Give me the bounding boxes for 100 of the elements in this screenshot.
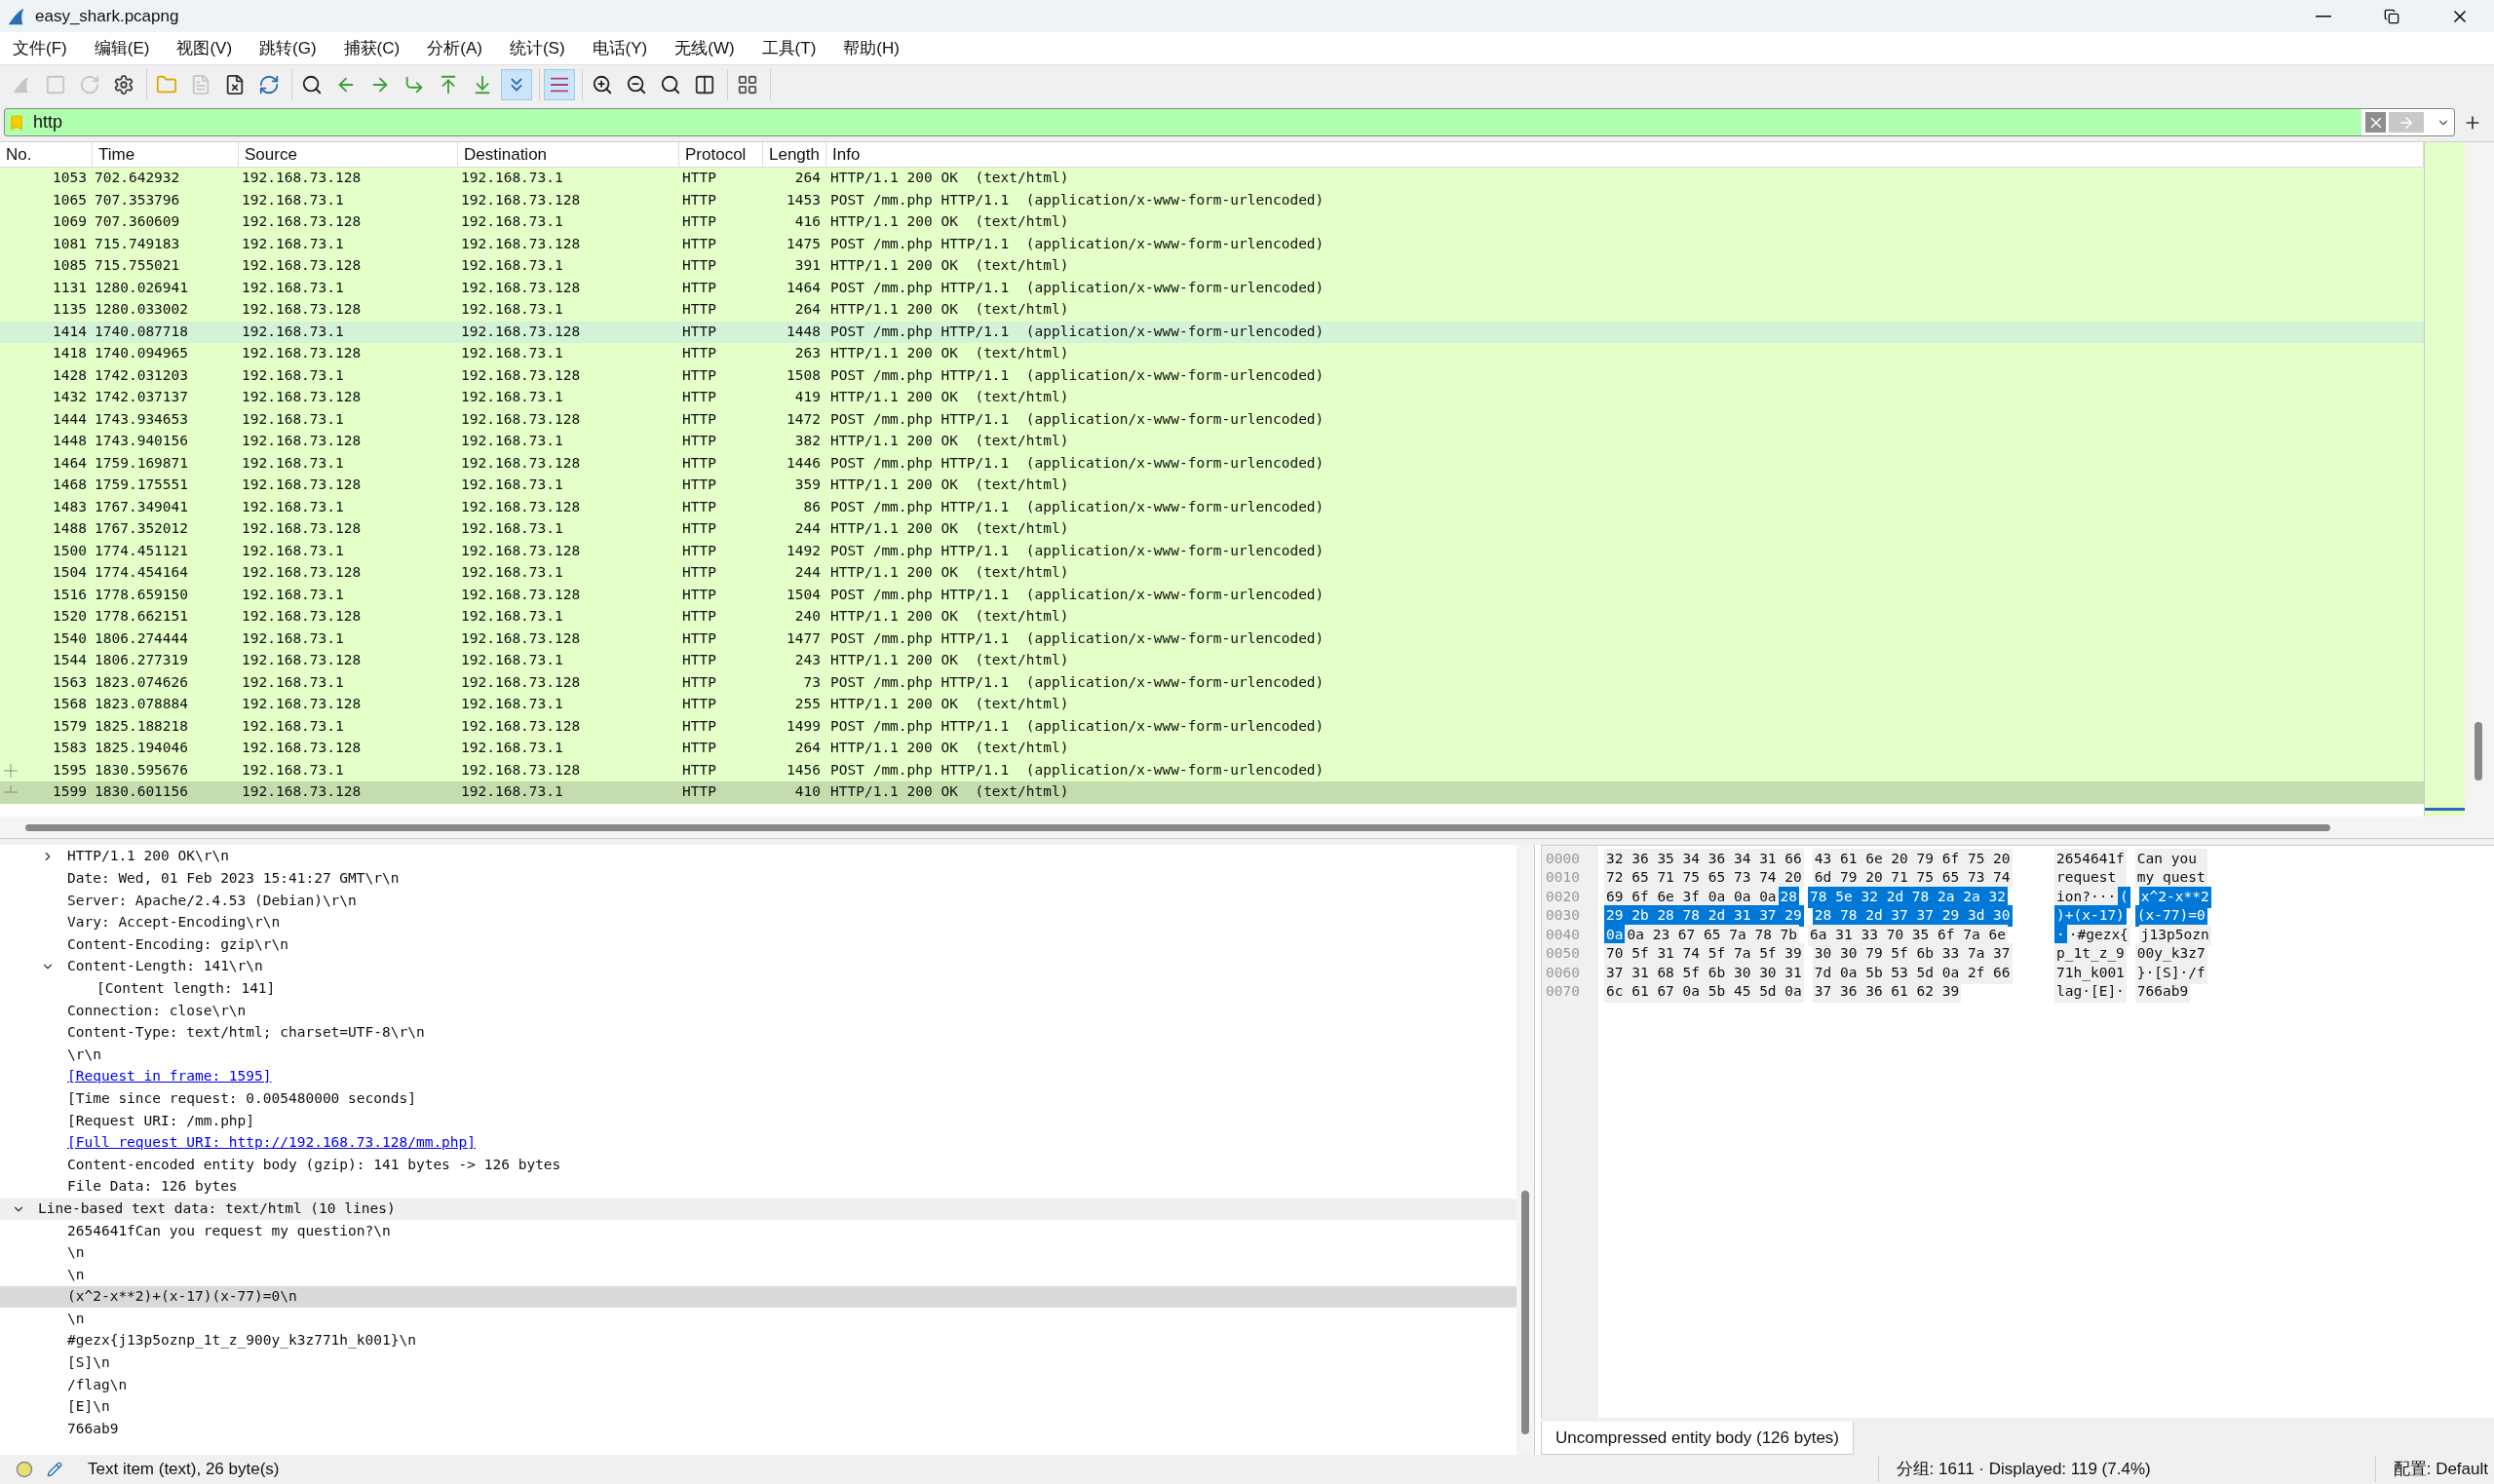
horizontal-scrollbar[interactable] — [0, 817, 2494, 838]
menu-item[interactable]: 无线(W) — [668, 34, 742, 62]
table-cell-text: 1472 — [787, 409, 821, 429]
packet-row[interactable]: 1069 707.360609 192.168.73.128 192.168.73.1 HTTP 416 HTTP/1.1 200 OK (text/html) — [0, 211, 2424, 234]
scroll-down-button[interactable] — [501, 68, 532, 100]
packet-row[interactable]: 1483 1767.349041 192.168.73.1 192.168.73.128 HTTP 86 POST /mm.php HTTP/1.1 (application/x-www-form-urlencoded) — [0, 496, 2424, 518]
byte-values: 00y_k3z7 — [2134, 943, 2207, 966]
detail-field: Content-Length: 141\r\n — [64, 956, 266, 978]
table-cell-text: 1069 — [53, 212, 87, 232]
table-cell-text: 192.168.73.1 — [461, 212, 563, 232]
packet-row[interactable]: 1448 1743.940156 192.168.73.128 192.168.73.1 HTTP 382 HTTP/1.1 200 OK (text/html) — [0, 431, 2424, 453]
packet-row[interactable]: 1428 1742.031203 192.168.73.1 192.168.73.128 HTTP 1508 POST /mm.php HTTP/1.1 (application/x-www-form-urlencoded) — [0, 364, 2424, 387]
packet-row[interactable]: 1544 1806.277319 192.168.73.128 192.168.73.1 HTTP 243 HTTP/1.1 200 OK (text/html) — [0, 650, 2424, 672]
bytes-tab[interactable]: Uncompressed entity body (126 bytes) — [1541, 1422, 1855, 1455]
menu-item[interactable]: 跳转(G) — [252, 34, 324, 62]
table-cell-text: 192.168.73.1 — [242, 541, 344, 560]
display-filter-field[interactable]: http — [4, 108, 2455, 136]
table-cell-text: 410 — [794, 782, 821, 802]
table-cell-text: 1499 — [787, 716, 821, 736]
column-header[interactable]: Protocol — [679, 142, 763, 167]
table-cell-text: 192.168.73.128 — [242, 563, 362, 583]
table-cell-text: HTTP/1.1 200 OK (text/html) — [830, 563, 1069, 583]
detail-field: [Content length: 141] — [94, 978, 279, 1000]
packet-row[interactable]: 1468 1759.175551 192.168.73.128 192.168.73.1 HTTP 359 HTTP/1.1 200 OK (text/html) — [0, 475, 2424, 497]
stop-icon — [45, 73, 66, 95]
byte-offset: 0050 — [1546, 944, 1580, 964]
menu-item[interactable]: 编辑(E) — [87, 34, 157, 62]
table-cell-text: HTTP — [682, 695, 716, 714]
table-cell-text: 1280.033002 — [95, 300, 189, 320]
menu-item[interactable]: 统计(S) — [502, 34, 572, 62]
table-cell-text: 391 — [794, 256, 821, 276]
packet-row[interactable]: 1500 1774.451121 192.168.73.1 192.168.73.128 HTTP 1492 POST /mm.php HTTP/1.1 (application/x-www-form-urlencoded) — [0, 540, 2424, 562]
packet-row[interactable]: 1516 1778.659150 192.168.73.1 192.168.73.128 HTTP 1504 POST /mm.php HTTP/1.1 (application/x-www-form-urlencoded) — [0, 584, 2424, 606]
menu-item[interactable]: 文件(F) — [6, 34, 74, 62]
table-cell-text: 1742.037137 — [95, 388, 189, 407]
menu-item[interactable]: 电话(Y) — [585, 34, 655, 62]
packet-row[interactable]: 1583 1825.194046 192.168.73.128 192.168.73.1 HTTP 264 HTTP/1.1 200 OK (text/html) — [0, 738, 2424, 760]
packet-row[interactable]: 1568 1823.078884 192.168.73.128 192.168.73.1 HTTP 255 HTTP/1.1 200 OK (text/html) — [0, 694, 2424, 716]
table-cell-text: HTTP — [682, 585, 716, 604]
byte-offset: 0030 — [1546, 906, 1580, 926]
packet-row[interactable]: 1085 715.755021 192.168.73.128 192.168.73.1 HTTP 391 HTTP/1.1 200 OK (text/html) — [0, 255, 2424, 278]
detail-link[interactable]: [Request in frame: 1595] — [64, 1066, 275, 1088]
packet-row[interactable]: 1053 702.642932 192.168.73.128 192.168.73.1 HTTP 264 HTTP/1.1 200 OK (text/html) — [0, 168, 2424, 190]
clear-filter-button[interactable] — [2365, 112, 2386, 133]
table-cell-text: 264 — [794, 300, 821, 320]
table-cell-text: HTTP — [682, 497, 716, 516]
packet-row[interactable]: 1579 1825.188218 192.168.73.1 192.168.73.128 HTTP 1499 POST /mm.php HTTP/1.1 (application/x-www-form-urlencoded) — [0, 715, 2424, 738]
column-header[interactable]: Source — [239, 142, 458, 167]
menu-item[interactable]: 视图(V) — [170, 34, 240, 62]
table-cell-text: 416 — [794, 212, 821, 232]
table-cell-text: HTTP — [682, 716, 716, 736]
vertical-scrollbar[interactable] — [2465, 142, 2494, 817]
column-header[interactable]: Destination — [458, 142, 679, 167]
pencil-icon[interactable] — [47, 1462, 62, 1477]
menu-item[interactable]: 帮助(H) — [836, 34, 906, 62]
packet-row[interactable]: 1418 1740.094965 192.168.73.128 192.168.73.1 HTTP 263 HTTP/1.1 200 OK (text/html) — [0, 343, 2424, 365]
packet-row[interactable]: 1599 1830.601156 192.168.73.128 192.168.73.1 HTTP 410 HTTP/1.1 200 OK (text/html) — [0, 781, 2424, 804]
detail-field: \r\n — [64, 1044, 104, 1066]
vertical-scrollbar[interactable] — [1516, 845, 1534, 1455]
packet-row[interactable]: 1504 1774.454164 192.168.73.128 192.168.73.1 HTTP 244 HTTP/1.1 200 OK (text/html) — [0, 562, 2424, 585]
packet-row[interactable]: 1444 1743.934653 192.168.73.1 192.168.73.128 HTTP 1472 POST /mm.php HTTP/1.1 (application/x-www-form-urlencoded) — [0, 408, 2424, 431]
packet-row[interactable]: 1065 707.353796 192.168.73.1 192.168.73.128 HTTP 1453 POST /mm.php HTTP/1.1 (application/x-www-form-urlencoded) — [0, 189, 2424, 211]
packet-row[interactable]: 1464 1759.169871 192.168.73.1 192.168.73.128 HTTP 1446 POST /mm.php HTTP/1.1 (application/x-www-form-urlencoded) — [0, 452, 2424, 475]
table-cell-text: 192.168.73.1 — [242, 716, 344, 736]
window-title: easy_shark.pcapng — [35, 5, 179, 27]
table-cell-text: HTTP — [682, 519, 716, 539]
column-header[interactable]: No. — [0, 142, 93, 167]
detail-field: File Data: 126 bytes — [64, 1176, 241, 1199]
packet-row[interactable]: 1135 1280.033002 192.168.73.128 192.168.73.1 HTTP 264 HTTP/1.1 200 OK (text/html) — [0, 299, 2424, 322]
table-cell-text: 192.168.73.1 — [461, 739, 563, 758]
related-request-icon — [4, 763, 18, 778]
zoom-out-icon — [626, 73, 647, 95]
menu-item[interactable]: 分析(A) — [420, 34, 489, 62]
packet-row[interactable]: 1081 715.749183 192.168.73.1 192.168.73.128 HTTP 1475 POST /mm.php HTTP/1.1 (application/x-www-form-urlencoded) — [0, 233, 2424, 255]
table-cell-text: 192.168.73.128 — [242, 300, 362, 320]
table-cell-text: 1743.934653 — [95, 409, 189, 429]
table-cell-text: 263 — [794, 344, 821, 363]
column-header[interactable]: Time — [93, 142, 239, 167]
colored-lines-button[interactable] — [544, 68, 575, 100]
selected-bytes: 28 78 2d 37 37 29 3d 30 — [1812, 905, 2013, 928]
table-cell-text: 192.168.73.128 — [242, 651, 362, 670]
restore-icon — [2384, 8, 2399, 24]
menu-item[interactable]: 捕获(C) — [336, 34, 407, 62]
packet-row[interactable]: 1488 1767.352012 192.168.73.128 192.168.73.1 HTTP 244 HTTP/1.1 200 OK (text/html) — [0, 518, 2424, 541]
packet-row[interactable]: 1595 1830.595676 192.168.73.1 192.168.73.128 HTTP 1456 POST /mm.php HTTP/1.1 (application/x-www-form-urlencoded) — [0, 759, 2424, 781]
column-header[interactable]: Length — [763, 142, 826, 167]
table-cell-text: POST /mm.php HTTP/1.1 (application/x-www-form-urlencoded) — [830, 716, 1324, 736]
packet-row[interactable]: 1520 1778.662151 192.168.73.128 192.168.73.1 HTTP 240 HTTP/1.1 200 OK (text/html) — [0, 606, 2424, 628]
menu-item[interactable]: 工具(T) — [754, 34, 824, 62]
table-cell-text: 192.168.73.128 — [461, 365, 581, 385]
packet-row[interactable]: 1540 1806.274444 192.168.73.1 192.168.73.128 HTTP 1477 POST /mm.php HTTP/1.1 (application/x-www-form-urlencoded) — [0, 628, 2424, 650]
table-cell-text: HTTP/1.1 200 OK (text/html) — [830, 519, 1069, 539]
packet-row[interactable]: 1432 1742.037137 192.168.73.128 192.168.73.1 HTTP 419 HTTP/1.1 200 OK (text/html) — [0, 387, 2424, 409]
detail-link[interactable]: [Full request URI: http://192.168.73.128/mm.php] — [64, 1132, 480, 1154]
packet-row[interactable]: 1131 1280.026941 192.168.73.1 192.168.73.128 HTTP 1464 POST /mm.php HTTP/1.1 (application/x-www-form-urlencoded) — [0, 277, 2424, 299]
packet-row[interactable]: 1414 1740.087718 192.168.73.1 192.168.73.128 HTTP 1448 POST /mm.php HTTP/1.1 (application/x-www-form-urlencoded) — [0, 321, 2424, 343]
detail-field: [S]\n — [64, 1352, 113, 1374]
byte-values: 37 36 36 61 62 39 — [1812, 981, 1962, 1004]
packet-row[interactable]: 1563 1823.074626 192.168.73.1 192.168.73.128 HTTP 73 POST /mm.php HTTP/1.1 (application/x-www-form-urlencoded) — [0, 671, 2424, 694]
expert-info-icon[interactable] — [16, 1461, 33, 1478]
